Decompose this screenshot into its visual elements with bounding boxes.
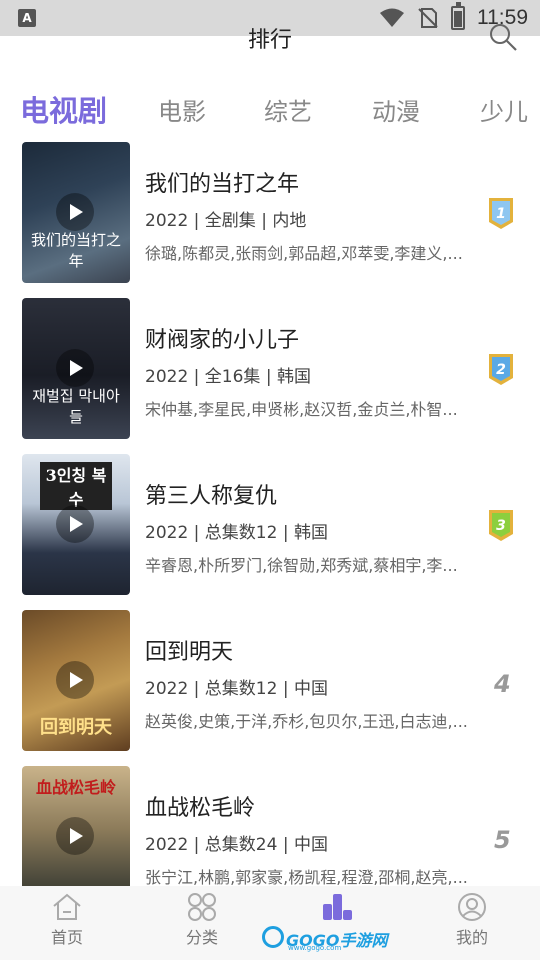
item-meta: 2022 | 总集数24 | 中国 — [145, 835, 328, 855]
nav-profile[interactable]: 我的 — [432, 892, 512, 948]
item-title[interactable]: 财阀家的小儿子 — [145, 322, 299, 354]
list-item[interactable]: 재벌집 막내아들 财阀家的小儿子 2022 | 全16集 | 韩国 宋仲基,李星… — [0, 298, 540, 442]
play-icon[interactable] — [56, 193, 94, 231]
poster-image[interactable]: 回到明天 — [22, 610, 130, 751]
tab-movies[interactable]: 电影 — [158, 92, 206, 127]
nav-category-label: 分类 — [185, 928, 218, 947]
ranking-icon[interactable] — [321, 892, 353, 922]
poster-caption: 血战松毛岭 — [35, 778, 116, 797]
home-icon — [53, 893, 81, 920]
item-cast: 赵英俊,史策,于洋,乔杉,包贝尔,王迅,白志迪,... — [145, 712, 468, 731]
svg-text:2: 2 — [496, 362, 506, 378]
nav-home-label: 首页 — [50, 928, 83, 947]
play-icon[interactable] — [56, 505, 94, 543]
poster-image[interactable]: 3인칭 복수 — [22, 454, 130, 595]
nav-category[interactable]: 分类 — [162, 892, 242, 948]
watermark-icon — [262, 926, 284, 948]
rank-number: 4 — [494, 670, 511, 698]
page-title: 排行 — [247, 28, 292, 53]
play-icon[interactable] — [56, 349, 94, 387]
play-icon[interactable] — [56, 817, 94, 855]
poster-caption: 3인칭 복수 — [40, 462, 112, 510]
poster-image[interactable]: 我们的当打之年 — [22, 142, 130, 283]
poster-caption: 재벌집 막내아들 — [32, 387, 120, 426]
poster-caption: 回到明天 — [40, 717, 112, 738]
poster-image[interactable]: 재벌집 막내아들 — [22, 298, 130, 439]
item-cast: 徐璐,陈都灵,张雨剑,郭品超,邓萃雯,李建义,... — [145, 244, 463, 263]
item-cast: 张宁江,林鹏,郭家豪,杨凯程,程澄,邵桐,赵亮,... — [145, 868, 468, 887]
item-meta: 2022 | 全16集 | 韩国 — [145, 367, 311, 387]
nav-profile-label: 我的 — [455, 928, 488, 947]
grid-icon — [188, 893, 216, 921]
item-cast: 辛睿恩,朴所罗门,徐智勋,郑秀斌,蔡相宇,李... — [145, 556, 458, 575]
tab-kids[interactable]: 少儿 — [480, 92, 528, 127]
item-meta: 2022 | 全剧集 | 内地 — [145, 211, 307, 231]
tab-tv-series[interactable]: 电视剧 — [20, 88, 107, 130]
user-icon — [458, 893, 486, 921]
item-meta: 2022 | 总集数12 | 中国 — [145, 679, 328, 699]
item-meta: 2022 | 总集数12 | 韩国 — [145, 523, 328, 543]
watermark-sub: www.gogo.com — [288, 944, 342, 952]
poster-caption: 我们的当打之年 — [30, 231, 121, 270]
item-cast: 宋仲基,李星民,申贤彬,赵汉哲,金贞兰,朴智... — [145, 400, 458, 419]
bottom-navigation: 首页 分类 GOGO手游网 www.gogo.com 我的 — [0, 886, 540, 960]
tab-variety[interactable]: 综艺 — [264, 92, 312, 127]
tab-anime[interactable]: 动漫 — [372, 92, 420, 127]
rank-badge-icon: 3 — [489, 510, 513, 541]
nav-home[interactable]: 首页 — [27, 892, 107, 948]
rank-badge-icon: 2 — [489, 354, 513, 385]
search-icon[interactable] — [488, 22, 518, 52]
rank-number: 5 — [494, 826, 511, 854]
list-item[interactable]: 3인칭 복수 第三人称复仇 2022 | 总集数12 | 韩国 辛睿恩,朴所罗门… — [0, 454, 540, 598]
item-title[interactable]: 第三人称复仇 — [145, 478, 277, 510]
list-item[interactable]: 我们的当打之年 我们的当打之年 2022 | 全剧集 | 内地 徐璐,陈都灵,张… — [0, 142, 540, 286]
watermark-logo: GOGO手游网 www.gogo.com — [262, 924, 387, 952]
play-icon[interactable] — [56, 661, 94, 699]
category-tabs: 电视剧 电影 综艺 动漫 少儿 — [0, 84, 540, 134]
svg-text:3: 3 — [496, 518, 506, 534]
svg-text:1: 1 — [496, 206, 506, 222]
list-item[interactable]: 回到明天 回到明天 2022 | 总集数12 | 中国 赵英俊,史策,于洋,乔杉… — [0, 610, 540, 754]
rank-badge-icon: 1 — [489, 198, 513, 229]
item-title[interactable]: 血战松毛岭 — [145, 790, 255, 822]
item-title[interactable]: 回到明天 — [145, 634, 233, 666]
item-title[interactable]: 我们的当打之年 — [145, 166, 299, 198]
